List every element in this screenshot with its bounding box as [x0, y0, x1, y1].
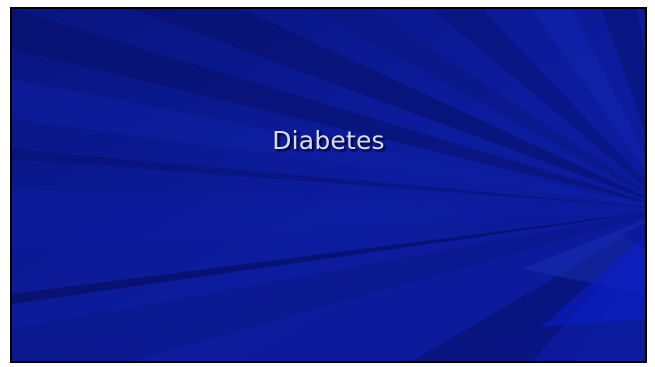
slide-title: Diabetes — [272, 126, 385, 155]
slide-frame: Diabetes — [10, 7, 647, 363]
slide-background — [12, 9, 645, 361]
